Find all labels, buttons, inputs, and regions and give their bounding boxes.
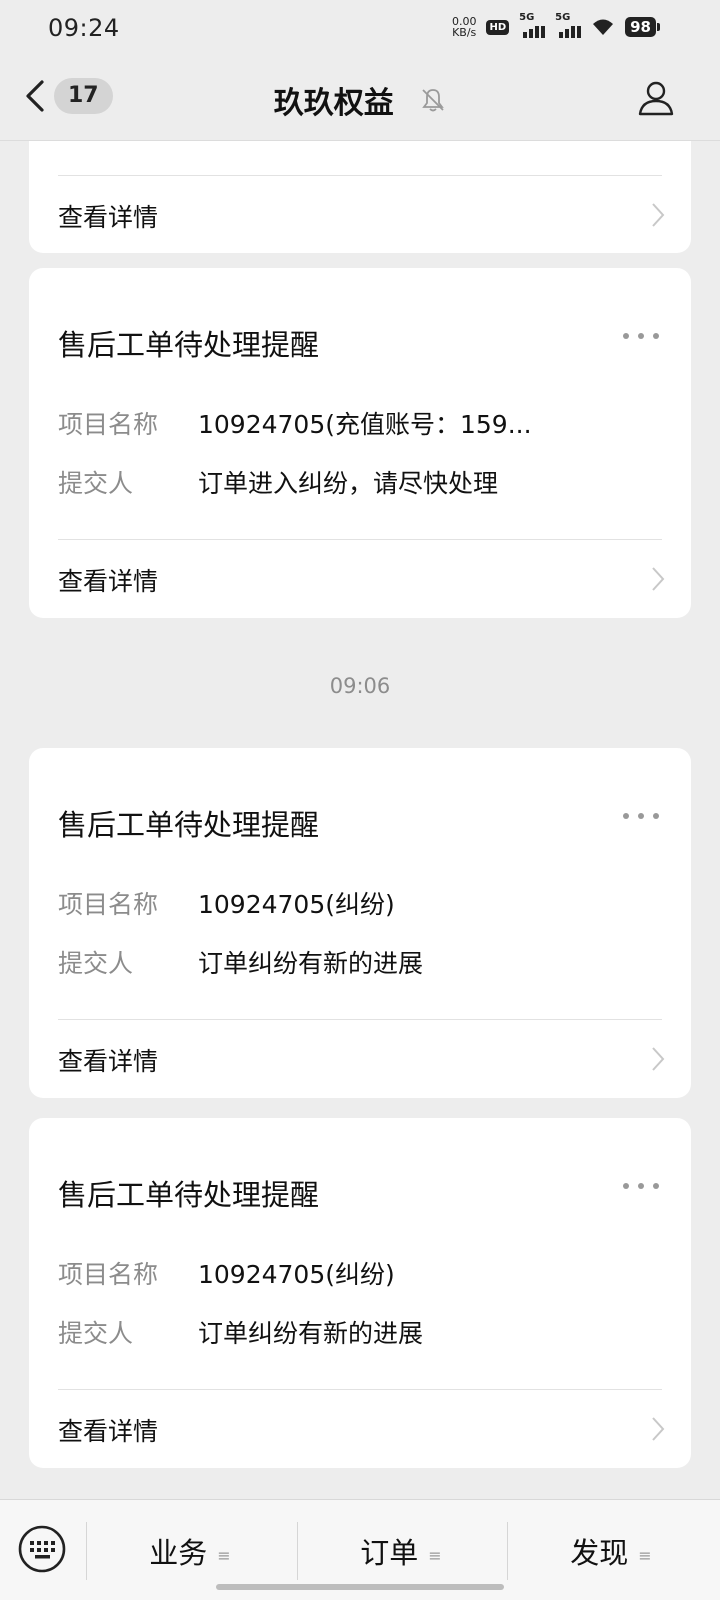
field-submitter: 提交人 订单纠纷有新的进展	[58, 944, 662, 980]
menu-item-label: 发现	[570, 1536, 629, 1570]
view-details-label: 查看详情	[58, 1047, 159, 1076]
field-submitter: 提交人 订单进入纠纷，请尽快处理	[58, 464, 662, 500]
card-title: 售后工单待处理提醒	[58, 1178, 320, 1212]
status-icons: 0.00 KB/s HD 5G 5G 98	[451, 12, 660, 39]
view-details-label: 查看详情	[58, 1417, 159, 1446]
more-options-icon[interactable]	[623, 813, 659, 823]
signal-icon-sim2: 5G	[555, 12, 582, 38]
chat-title: 玖玖权益	[0, 78, 720, 122]
view-details-button[interactable]: 查看详情	[29, 176, 691, 254]
field-label: 项目名称	[58, 890, 159, 919]
network-speed: 0.00 KB/s	[451, 15, 477, 39]
message-card: 售后工单待处理提醒 项目名称 10924705(充值账号：159... 提交人 …	[29, 268, 691, 618]
keyboard-icon[interactable]	[17, 1524, 67, 1574]
view-details-label: 查看详情	[58, 203, 159, 232]
field-label: 提交人	[58, 1319, 134, 1348]
more-options-icon[interactable]	[623, 1183, 659, 1193]
field-project-name: 项目名称 10924705(纠纷)	[58, 885, 662, 921]
field-project-name: 项目名称 10924705(纠纷)	[58, 1255, 662, 1291]
message-card: 售后工单待处理提醒 项目名称 10924705(纠纷) 提交人 订单纠纷有新的进…	[29, 748, 691, 1098]
menu-item-discover[interactable]: 发现 ≡	[508, 1530, 714, 1572]
chat-header: 17 玖玖权益	[0, 56, 720, 141]
menu-item-orders[interactable]: 订单 ≡	[298, 1530, 504, 1572]
card-title: 售后工单待处理提醒	[58, 808, 320, 842]
field-value: 10924705(纠纷)	[198, 1260, 395, 1289]
menu-lines-icon: ≡	[638, 1545, 652, 1565]
field-value: 订单纠纷有新的进展	[198, 949, 424, 978]
status-time: 09:24	[48, 14, 120, 42]
signal-icon-sim1: 5G	[519, 12, 546, 38]
view-details-button[interactable]: 查看详情	[29, 1390, 691, 1468]
chevron-right-icon	[652, 203, 665, 227]
message-timestamp: 09:06	[329, 674, 391, 698]
message-card: 售后工单待处理提醒 项目名称 10924705(纠纷) 提交人 订单纠纷有新的进…	[29, 1118, 691, 1468]
field-value: 订单纠纷有新的进展	[198, 1319, 424, 1348]
person-icon[interactable]	[636, 78, 676, 118]
home-indicator[interactable]	[216, 1584, 504, 1590]
menu-lines-icon: ≡	[428, 1545, 442, 1565]
message-card: 查看详情	[29, 141, 691, 253]
bell-muted-icon	[422, 89, 445, 112]
field-project-name: 项目名称 10924705(充值账号：159...	[58, 405, 662, 441]
field-submitter: 提交人 订单纠纷有新的进展	[58, 1314, 662, 1350]
chevron-right-icon	[652, 1417, 665, 1441]
field-label: 提交人	[58, 469, 134, 498]
field-label: 提交人	[58, 949, 134, 978]
message-list[interactable]: 查看详情 售后工单待处理提醒 项目名称 10924705(充值账号：159...…	[0, 141, 720, 1500]
field-label: 项目名称	[58, 1260, 159, 1289]
menu-item-business[interactable]: 业务 ≡	[87, 1530, 293, 1572]
view-details-label: 查看详情	[58, 567, 159, 596]
status-bar: 09:24 0.00 KB/s HD 5G 5G 98	[0, 0, 720, 56]
view-details-button[interactable]: 查看详情	[29, 1020, 691, 1098]
menu-lines-icon: ≡	[217, 1545, 231, 1565]
field-value: 10924705(充值账号：159...	[198, 410, 532, 439]
field-label: 项目名称	[58, 410, 159, 439]
chevron-right-icon	[652, 567, 665, 591]
field-value: 订单进入纠纷，请尽快处理	[198, 469, 499, 498]
menu-item-label: 订单	[360, 1536, 419, 1570]
chevron-right-icon	[652, 1047, 665, 1071]
battery-icon: 98	[625, 17, 660, 37]
chat-title-text: 玖玖权益	[273, 86, 394, 121]
menu-item-label: 业务	[149, 1536, 208, 1570]
card-title: 售后工单待处理提醒	[58, 328, 320, 362]
wifi-icon	[593, 19, 614, 35]
field-value: 10924705(纠纷)	[198, 890, 395, 919]
view-details-button[interactable]: 查看详情	[29, 540, 691, 618]
more-options-icon[interactable]	[623, 333, 659, 343]
hd-icon: HD	[486, 19, 510, 35]
bottom-menu-bar: 业务 ≡ 订单 ≡ 发现 ≡	[0, 1499, 720, 1600]
